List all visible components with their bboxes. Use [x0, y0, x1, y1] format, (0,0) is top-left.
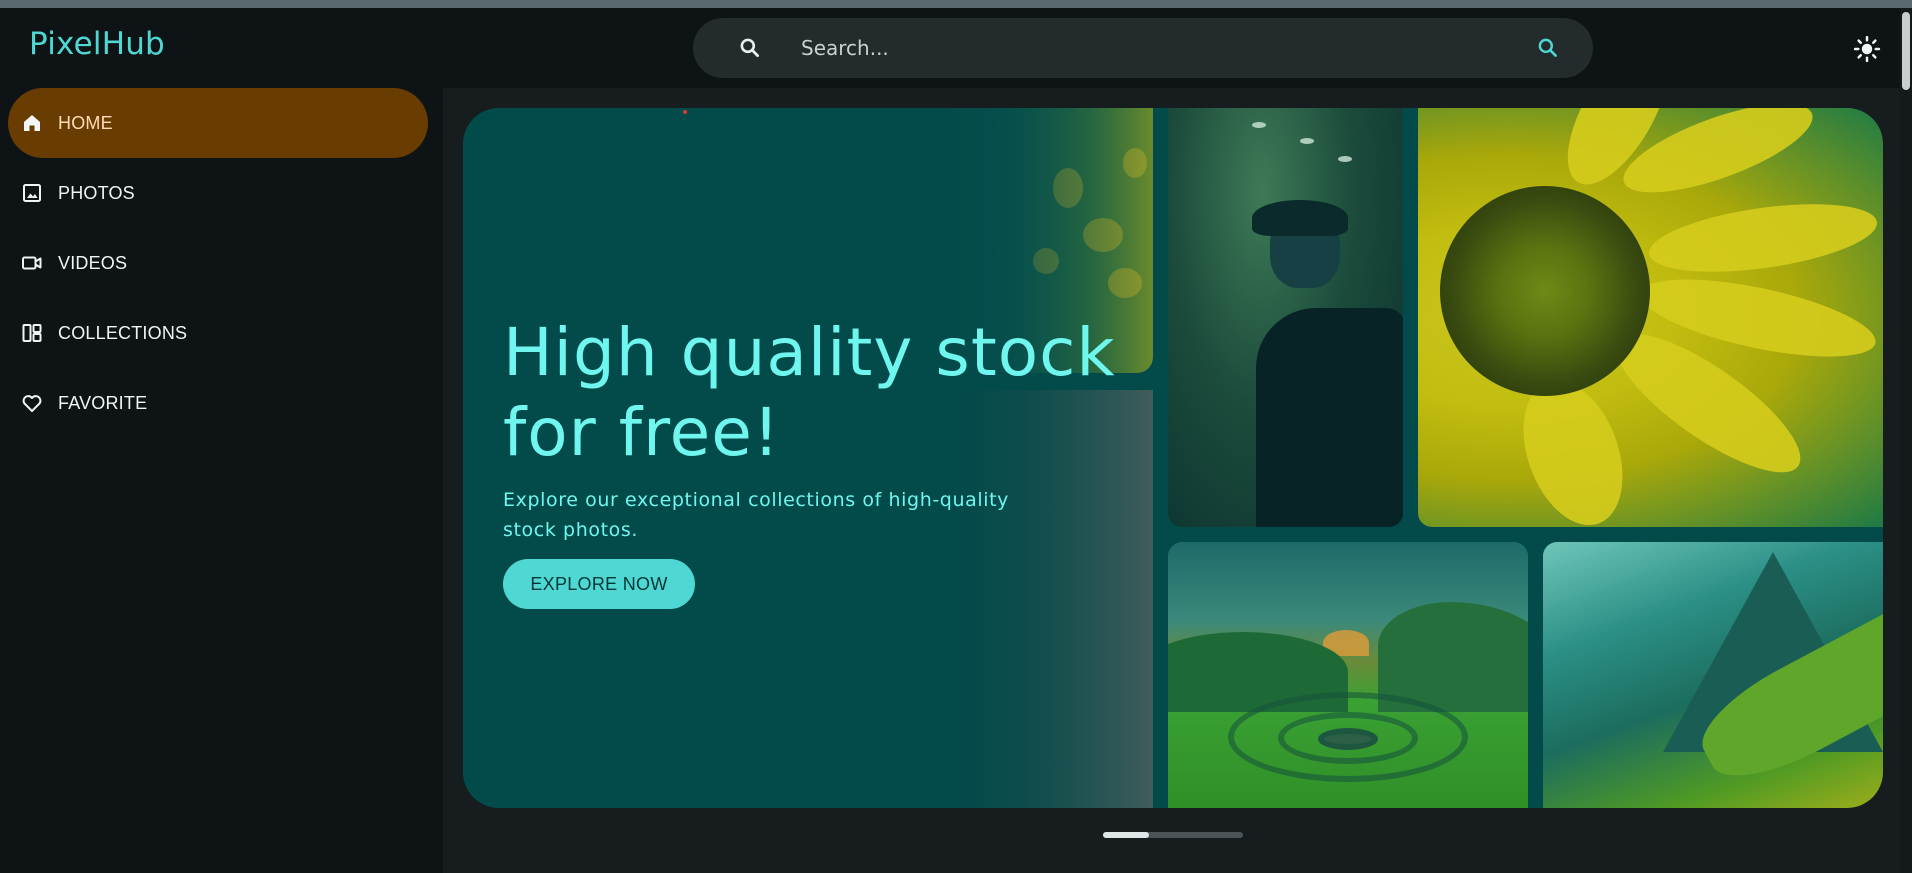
man-in-cap-photo[interactable]: [1168, 108, 1403, 527]
app-header: PixelHub: [0, 8, 1900, 88]
browser-top-strip: [0, 0, 1912, 8]
green-valley-photo[interactable]: [1168, 542, 1528, 808]
sidebar-item-label: PHOTOS: [58, 182, 135, 203]
image-icon: [23, 184, 41, 202]
sidebar-item-collections[interactable]: COLLECTIONS: [8, 298, 428, 368]
sidebar-item-home[interactable]: HOME: [8, 88, 428, 158]
main-content: High quality stock for free! Explore our…: [443, 88, 1900, 873]
search-icon[interactable]: [737, 35, 763, 61]
carousel-indicator[interactable]: [1103, 832, 1243, 838]
cursor-dot: [683, 110, 687, 114]
sidebar: HOME PHOTOS VIDEOS COLLECTIONS FAVORITE: [0, 88, 443, 873]
home-icon: [24, 115, 40, 131]
sidebar-item-label: COLLECTIONS: [58, 322, 188, 343]
search-submit-icon[interactable]: [1535, 35, 1561, 61]
app-logo[interactable]: PixelHub: [29, 26, 165, 62]
search-bar: [693, 18, 1593, 78]
sidebar-item-favorite[interactable]: FAVORITE: [8, 368, 428, 438]
explore-now-button[interactable]: EXPLORE NOW: [503, 559, 695, 609]
page-scrollbar[interactable]: [1900, 8, 1912, 873]
hero-subtitle: Explore our exceptional collections of h…: [503, 489, 1009, 541]
scrollbar-thumb[interactable]: [1902, 12, 1910, 90]
sidebar-item-label: HOME: [58, 112, 113, 133]
heart-icon: [22, 395, 42, 412]
search-input[interactable]: [801, 32, 1501, 64]
hero-title: High quality stock for free!: [503, 314, 1116, 471]
mountain-photo[interactable]: [1543, 542, 1883, 808]
sunflower-photo[interactable]: [1418, 108, 1883, 527]
hero-banner: High quality stock for free! Explore our…: [463, 108, 1883, 808]
sidebar-item-label: FAVORITE: [58, 392, 148, 413]
sidebar-item-label: VIDEOS: [58, 252, 128, 273]
carousel-indicator-thumb[interactable]: [1103, 832, 1149, 838]
dashboard-icon: [22, 324, 42, 342]
video-camera-icon: [22, 256, 42, 270]
sidebar-item-photos[interactable]: PHOTOS: [8, 158, 428, 228]
sun-icon[interactable]: [1852, 34, 1882, 64]
sidebar-item-videos[interactable]: VIDEOS: [8, 228, 428, 298]
